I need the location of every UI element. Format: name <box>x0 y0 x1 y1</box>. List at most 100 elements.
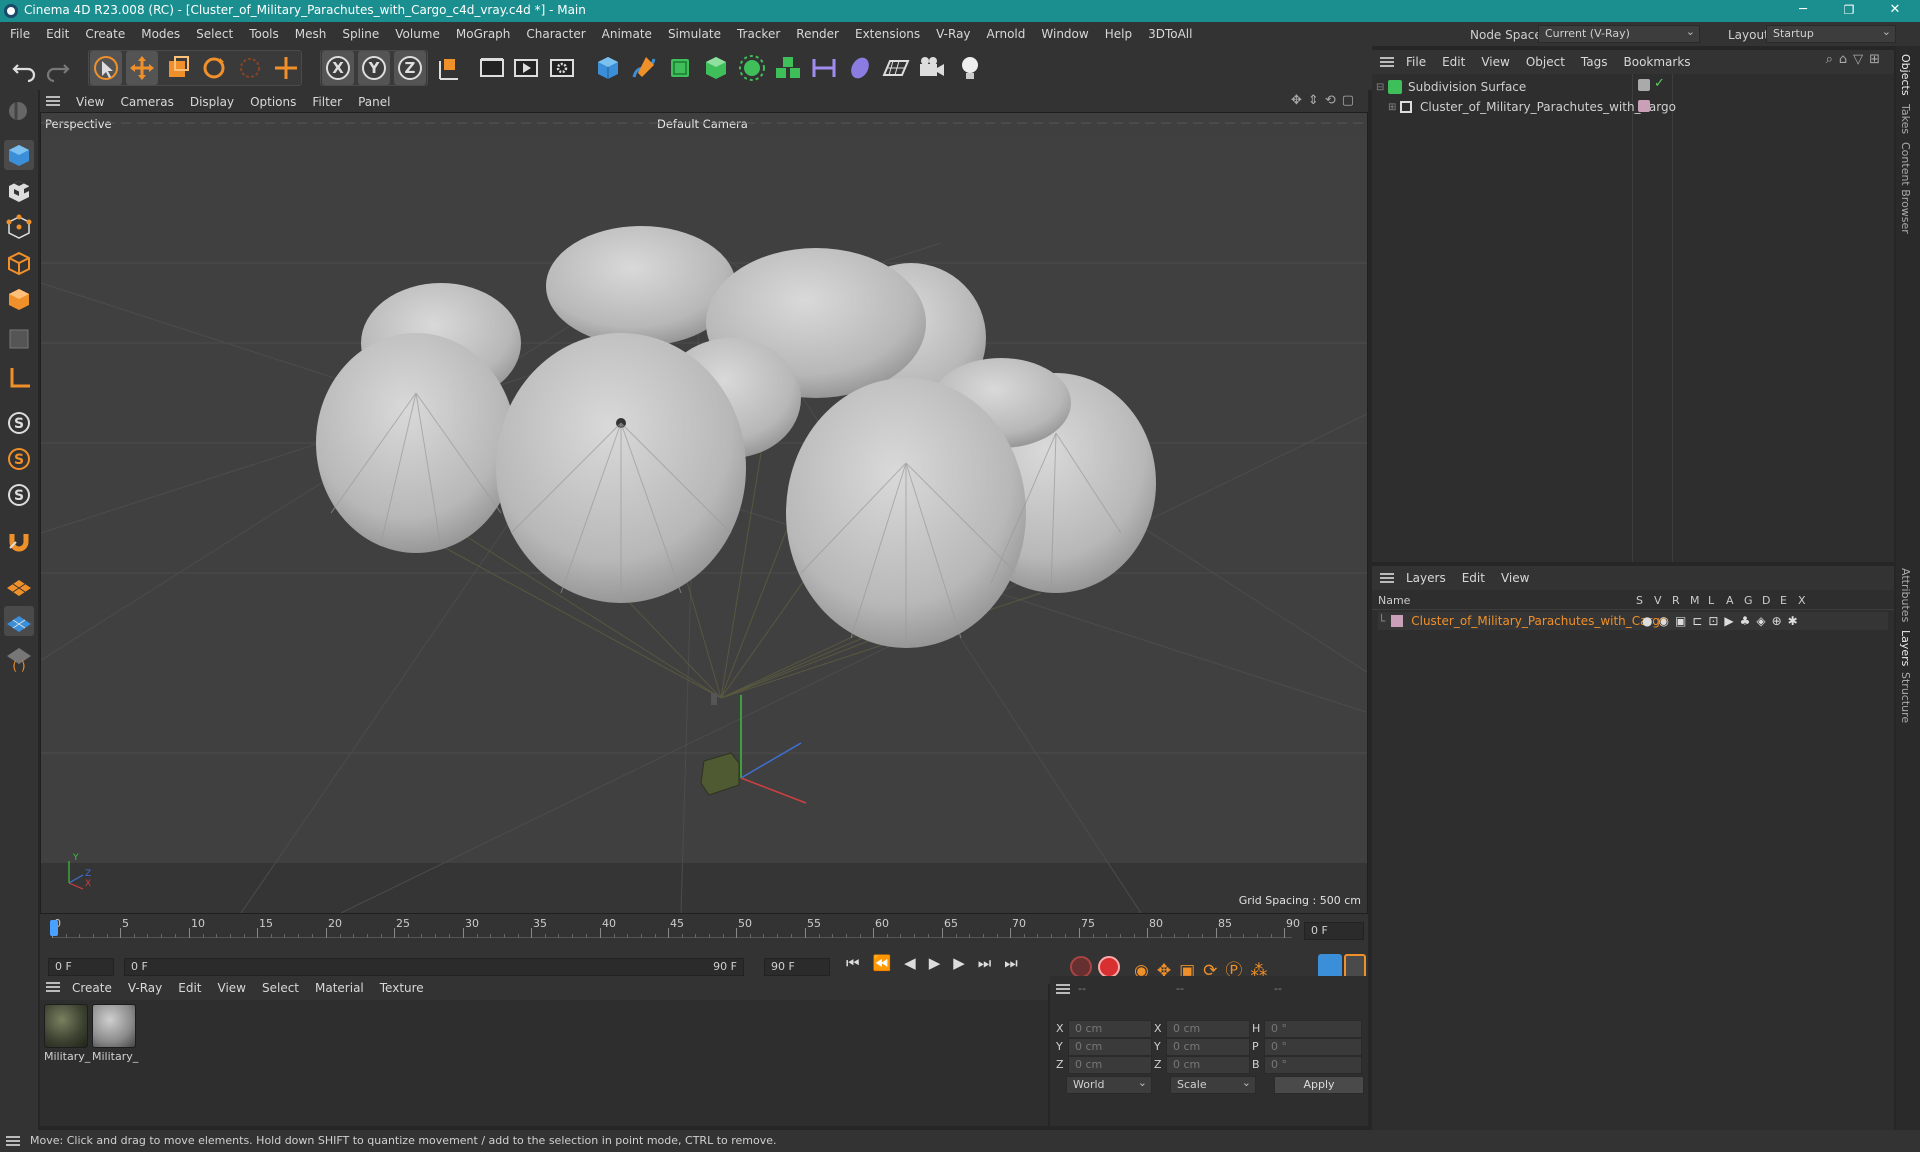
locked-workplane-icon[interactable]: ( ) <box>4 642 34 673</box>
make-editable-icon[interactable] <box>4 96 34 126</box>
end-frame-field[interactable]: 90 F <box>764 958 830 976</box>
playhead[interactable] <box>50 920 58 936</box>
menu-extensions[interactable]: Extensions <box>847 22 928 46</box>
start-frame-field[interactable]: 0 F <box>48 958 114 976</box>
layer-column-header[interactable]: M <box>1690 594 1700 607</box>
menu-animate[interactable]: Animate <box>594 22 660 46</box>
layer-column-header[interactable]: E <box>1780 594 1787 607</box>
position-field[interactable]: 0 cm <box>1068 1038 1152 1056</box>
tab-attributes[interactable]: Attributes <box>1899 568 1912 622</box>
menu-arnold[interactable]: Arnold <box>979 22 1034 46</box>
solo-icon[interactable]: S <box>4 444 34 474</box>
material-hamburger-icon[interactable] <box>46 982 60 992</box>
objects-hamburger-icon[interactable] <box>1380 57 1394 67</box>
position-field[interactable]: 0 cm <box>1068 1020 1152 1038</box>
extrude-generator-icon[interactable] <box>700 51 732 85</box>
grid-plane-icon[interactable] <box>4 606 34 636</box>
object-menu-object[interactable]: Object <box>1518 50 1573 74</box>
workplane-icon[interactable] <box>4 570 34 600</box>
recent-tool-icon[interactable] <box>270 51 302 85</box>
menu-volume[interactable]: Volume <box>387 22 448 46</box>
position-field[interactable]: 0 cm <box>1068 1056 1152 1074</box>
menu-spline[interactable]: Spline <box>334 22 387 46</box>
layer-column-header[interactable]: L <box>1708 594 1714 607</box>
z-axis-icon[interactable]: Z <box>394 51 426 85</box>
menu-create[interactable]: Create <box>77 22 133 46</box>
menu-modes[interactable]: Modes <box>133 22 188 46</box>
node-space-select[interactable]: Current (V-Ray) <box>1538 24 1700 43</box>
menu-select[interactable]: Select <box>188 22 241 46</box>
viewport-navigation-icons[interactable]: ✥⇕⟲▢ <box>1291 93 1360 108</box>
axis-mode-icon[interactable] <box>4 362 34 392</box>
model-mode-icon[interactable] <box>4 140 34 170</box>
layer-menu-layers[interactable]: Layers <box>1398 566 1454 590</box>
solo-hierarchy-icon[interactable]: S <box>4 480 34 510</box>
layer-color-icon[interactable] <box>1638 100 1650 112</box>
layer-menu-edit[interactable]: Edit <box>1454 566 1493 590</box>
editor-visibility-icon[interactable] <box>1638 79 1650 91</box>
array-cubes-icon[interactable] <box>772 51 804 85</box>
x-axis-icon[interactable]: X <box>322 51 354 85</box>
object-menu-file[interactable]: File <box>1398 50 1434 74</box>
light-icon[interactable] <box>954 51 986 85</box>
tab-layers[interactable]: Layers <box>1899 630 1912 666</box>
camera-icon[interactable] <box>916 51 948 85</box>
render-view-icon[interactable] <box>476 51 508 85</box>
menu-simulate[interactable]: Simulate <box>660 22 729 46</box>
coords-hamburger-icon[interactable] <box>1056 984 1070 994</box>
magnet-icon[interactable] <box>4 526 34 556</box>
tree-item-subdivision-surface[interactable]: ⊟ Subdivision Surface <box>1376 78 1526 96</box>
menu-mesh[interactable]: Mesh <box>287 22 335 46</box>
field-icon[interactable] <box>844 51 876 85</box>
tab-content-browser[interactable]: Content Browser <box>1899 142 1912 234</box>
menu-character[interactable]: Character <box>518 22 593 46</box>
layer-column-header[interactable]: R <box>1672 594 1680 607</box>
autokey-icon[interactable] <box>1098 956 1120 978</box>
cloner-icon[interactable] <box>736 51 768 85</box>
layer-column-header[interactable]: Name <box>1378 594 1410 607</box>
layer-name[interactable]: Cluster_of_Military_Parachutes_with_Carg… <box>1411 614 1667 628</box>
layer-column-header[interactable]: A <box>1726 594 1734 607</box>
menu-v-ray[interactable]: V-Ray <box>928 22 978 46</box>
viewport-menu-view[interactable]: View <box>68 90 112 114</box>
size-field[interactable]: 0 cm <box>1166 1056 1250 1074</box>
layer-column-header[interactable]: G <box>1744 594 1753 607</box>
enabled-check-icon[interactable]: ✓ <box>1654 76 1665 91</box>
rotation-field[interactable]: 0 ° <box>1264 1056 1362 1074</box>
edges-mode-icon[interactable] <box>4 248 34 278</box>
menu-file[interactable]: File <box>2 22 38 46</box>
close-button[interactable]: ✕ <box>1872 0 1918 22</box>
layer-color-swatch[interactable] <box>1391 615 1404 627</box>
render-to-picture-viewer-icon[interactable] <box>510 51 542 85</box>
viewport-menu-options[interactable]: Options <box>242 90 304 114</box>
menu-render[interactable]: Render <box>788 22 847 46</box>
redo-button[interactable] <box>42 51 74 85</box>
playback-buttons[interactable]: ⏮⏪◀▶▶⏭⏭ <box>846 954 1031 972</box>
tree-item-cluster[interactable]: ⊞ Cluster_of_Military_Parachutes_with_Ca… <box>1388 98 1676 116</box>
size-field[interactable]: 0 cm <box>1166 1020 1250 1038</box>
scale-tool-icon[interactable] <box>162 51 194 85</box>
menu-window[interactable]: Window <box>1033 22 1096 46</box>
polygons-mode-icon[interactable] <box>4 284 34 314</box>
material-menu-select[interactable]: Select <box>254 976 307 1000</box>
layer-flag-icons[interactable]: ●◉▣⊏⊡▶♣◈⊕✱ <box>1642 614 1804 628</box>
select-tool-icon[interactable] <box>90 51 122 85</box>
material-menu-view[interactable]: View <box>210 976 254 1000</box>
tab-objects[interactable]: Objects <box>1899 54 1912 96</box>
material-menu-edit[interactable]: Edit <box>170 976 209 1000</box>
object-menu-tags[interactable]: Tags <box>1573 50 1616 74</box>
rotate-tool-icon[interactable] <box>198 51 230 85</box>
object-menu-edit[interactable]: Edit <box>1434 50 1473 74</box>
rotation-field[interactable]: 0 ° <box>1264 1020 1362 1038</box>
viewport-menu-filter[interactable]: Filter <box>304 90 350 114</box>
layer-column-header[interactable]: V <box>1654 594 1662 607</box>
apply-button[interactable]: Apply <box>1274 1076 1364 1094</box>
render-settings-icon[interactable] <box>546 51 578 85</box>
menu-help[interactable]: Help <box>1097 22 1140 46</box>
points-mode-icon[interactable] <box>4 212 34 242</box>
object-menu-bookmarks[interactable]: Bookmarks <box>1616 50 1699 74</box>
record-icon[interactable] <box>1070 956 1092 978</box>
layer-menu-view[interactable]: View <box>1493 566 1537 590</box>
material-menu-v-ray[interactable]: V-Ray <box>120 976 170 1000</box>
size-mode-select[interactable]: Scale <box>1170 1075 1256 1094</box>
